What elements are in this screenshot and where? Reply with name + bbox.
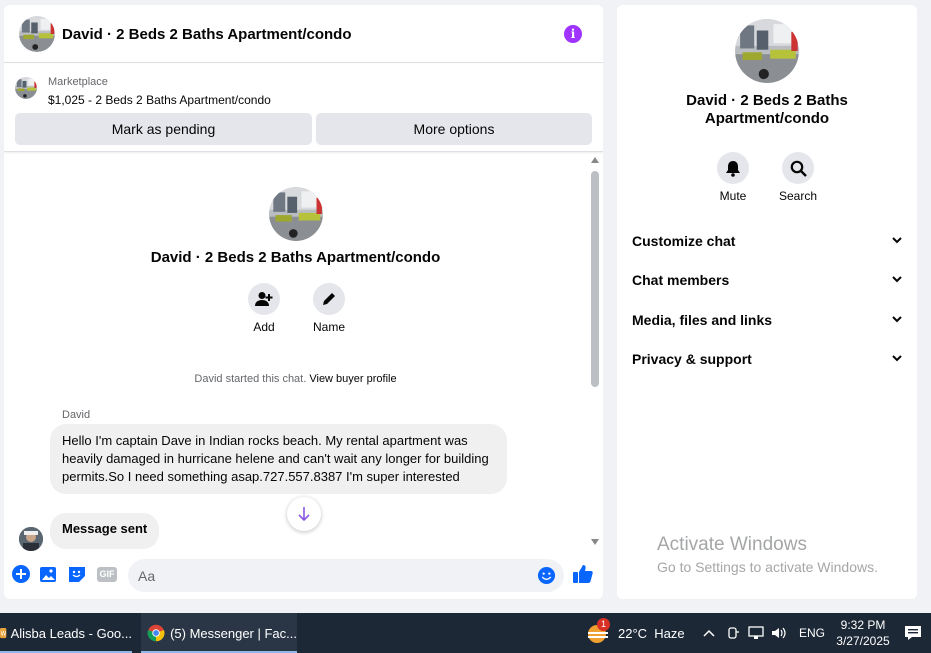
chat-info-panel: David · 2 Beds 2 Baths Apartment/condo M… — [617, 5, 917, 599]
sender-name: David — [62, 409, 91, 421]
message-input-box[interactable] — [128, 559, 564, 592]
scroll-to-bottom-button[interactable] — [287, 497, 321, 531]
language-indicator[interactable]: ENG — [799, 626, 825, 640]
clock-time: 9:32 PM — [840, 618, 886, 632]
emoji-icon[interactable] — [537, 566, 556, 590]
info-icon[interactable]: i — [564, 25, 582, 43]
chevron-down-icon — [892, 237, 902, 244]
taskbar-app-title: (5) Messenger | Fac... — [170, 625, 297, 641]
listing-title[interactable]: $1,025 - 2 Beds 2 Baths Apartment/condo — [48, 93, 271, 107]
chrome-icon — [147, 624, 165, 642]
section-privacy-support[interactable]: Privacy & support — [632, 348, 905, 370]
add-people-button[interactable]: Add — [234, 283, 294, 334]
section-customize-chat[interactable]: Customize chat — [632, 230, 905, 252]
started-text: David started this chat. — [194, 373, 307, 385]
name-chat-button[interactable]: Name — [299, 283, 359, 334]
outgoing-message[interactable]: Message sent — [50, 513, 160, 549]
sender-avatar[interactable] — [19, 527, 43, 551]
plus-icon[interactable] — [11, 564, 31, 584]
weather-icon: 1 — [585, 618, 611, 646]
sticker-icon[interactable] — [67, 564, 87, 584]
system-tray: ENG — [702, 613, 825, 653]
listing-thumbnail[interactable] — [15, 77, 37, 99]
notification-center-icon[interactable] — [904, 613, 922, 653]
mute-button[interactable]: Mute — [703, 152, 763, 203]
pencil-icon — [313, 283, 345, 315]
taskbar-app-title: Alisba Leads - Goo... — [10, 625, 132, 641]
search-icon — [782, 152, 814, 184]
chat-header: David · 2 Beds 2 Baths Apartment/condo i — [4, 5, 603, 63]
app-icon: W — [0, 627, 7, 639]
scroll-down-arrow[interactable] — [591, 539, 599, 545]
info-avatar[interactable] — [735, 19, 799, 83]
activate-title: Activate Windows — [657, 534, 807, 555]
chevron-down-icon — [892, 355, 902, 362]
mark-as-pending-button[interactable]: Mark as pending — [15, 113, 312, 145]
thread-avatar — [269, 187, 323, 241]
more-options-button[interactable]: More options — [316, 113, 592, 145]
notification-badge: 1 — [597, 618, 610, 631]
section-label: Media, files and links — [632, 312, 773, 328]
incoming-message[interactable]: Hello I'm captain Dave in Indian rocks b… — [50, 424, 507, 494]
activate-subtitle: Go to Settings to activate Windows. — [657, 559, 878, 575]
marketplace-label: Marketplace — [48, 76, 108, 88]
composer: GIF — [4, 553, 603, 599]
chat-title[interactable]: David · 2 Beds 2 Baths Apartment/condo — [62, 26, 352, 43]
volume-icon[interactable] — [771, 626, 787, 640]
section-chat-members[interactable]: Chat members — [632, 269, 905, 291]
network-icon[interactable] — [748, 626, 764, 640]
section-media-files-links[interactable]: Media, files and links — [632, 309, 905, 331]
section-label: Privacy & support — [632, 351, 752, 367]
add-label: Add — [253, 320, 275, 334]
scroll-thumb[interactable] — [591, 171, 599, 387]
bell-icon — [717, 152, 749, 184]
taskbar-app-messenger[interactable]: (5) Messenger | Fac... — [141, 613, 297, 653]
add-person-icon — [248, 283, 280, 315]
thumbs-up-icon[interactable] — [572, 563, 594, 585]
scroll-up-arrow[interactable] — [591, 157, 599, 163]
photo-icon[interactable] — [39, 564, 59, 584]
chat-panel: David · 2 Beds 2 Baths Apartment/condo i… — [4, 5, 603, 599]
chevron-down-icon — [892, 316, 902, 323]
taskbar-app-alisba-leads[interactable]: W Alisba Leads - Goo... — [0, 613, 132, 653]
mute-label: Mute — [719, 189, 747, 203]
marketplace-banner: Marketplace $1,025 - 2 Beds 2 Baths Apar… — [4, 64, 603, 152]
chat-started-notice: David started this chat. View buyer prof… — [4, 373, 587, 385]
arrow-down-icon — [298, 507, 310, 522]
taskbar-clock[interactable]: 9:32 PM 3/27/2025 — [836, 617, 890, 649]
message-thread[interactable]: David · 2 Beds 2 Baths Apartment/condo A… — [4, 153, 603, 551]
activate-windows-watermark: Activate Windows Go to Settings to activ… — [657, 534, 878, 575]
windows-taskbar: W Alisba Leads - Goo... (5) Messenger | … — [0, 613, 931, 653]
svg-text:W: W — [1, 632, 7, 638]
search-button[interactable]: Search — [768, 152, 828, 203]
chevron-up-icon[interactable] — [702, 626, 716, 640]
view-buyer-profile-link[interactable]: View buyer profile — [309, 373, 396, 385]
gif-icon[interactable]: GIF — [96, 564, 118, 584]
weather-text: 22°C Haze — [618, 625, 685, 641]
message-input[interactable] — [138, 559, 528, 592]
search-label: Search — [778, 189, 818, 203]
section-label: Chat members — [632, 272, 730, 288]
meet-now-icon[interactable] — [726, 626, 740, 640]
info-title: David · 2 Beds 2 Baths Apartment/condo — [686, 92, 848, 127]
chevron-down-icon — [892, 276, 902, 283]
chat-avatar[interactable] — [19, 16, 55, 52]
name-label: Name — [312, 320, 345, 334]
clock-date: 3/27/2025 — [836, 634, 890, 648]
thread-scrollbar[interactable] — [589, 153, 603, 551]
weather-widget[interactable]: 1 22°C Haze — [585, 613, 685, 653]
thread-title: David · 2 Beds 2 Baths Apartment/condo — [150, 249, 441, 266]
section-label: Customize chat — [632, 233, 736, 249]
gif-label: GIF — [97, 566, 117, 582]
